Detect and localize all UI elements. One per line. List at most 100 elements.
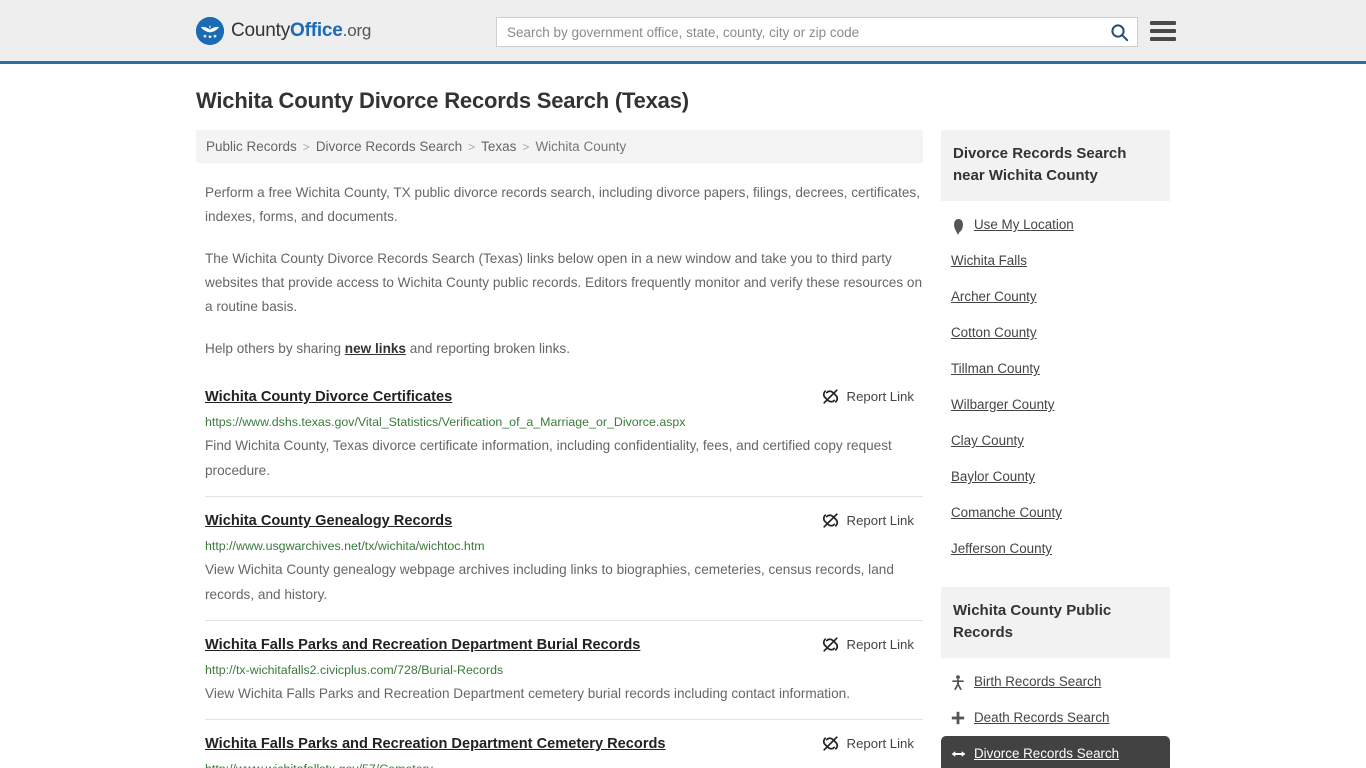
report-link-button[interactable]: Report Link xyxy=(822,511,923,529)
public-records-panel-heading: Wichita County Public Records xyxy=(941,587,1170,658)
sidebar-item-label: Birth Records Search xyxy=(974,674,1102,689)
cross-icon xyxy=(951,711,965,725)
intro-paragraph-1: Perform a free Wichita County, TX public… xyxy=(205,185,920,224)
public-records-panel-list: Birth Records Search Death Records Search… xyxy=(941,658,1170,768)
result-title-link[interactable]: Wichita County Genealogy Records xyxy=(205,511,452,531)
page-body: Wichita County Divorce Records Search (T… xyxy=(0,88,1366,768)
content-layout: Public Records > Divorce Records Search > Te… xyxy=(196,130,1170,768)
sidebar-item-label: Baylor County xyxy=(951,469,1036,484)
sidebar-nearby-item-wilbarger-county[interactable]: Wilbarger County xyxy=(941,387,1170,423)
report-link-label: Report Link xyxy=(846,637,914,652)
site-header: CountyOffice.org xyxy=(0,0,1366,64)
result-title-link[interactable]: Wichita County Divorce Certificates xyxy=(205,387,452,407)
breadcrumb-item-2[interactable]: Divorce Records Search xyxy=(316,139,462,154)
result-url: http://www.usgwarchives.net/tx/wichita/w… xyxy=(205,539,485,553)
sidebar-nearby-item-comanche-county[interactable]: Comanche County xyxy=(941,495,1170,531)
page-title: Wichita County Divorce Records Search (T… xyxy=(196,88,689,113)
sidebar-nearby-item-archer-county[interactable]: Archer County xyxy=(941,279,1170,315)
sidebar-item-label: Divorce Records Search xyxy=(974,746,1120,761)
breadcrumb-item-3[interactable]: Texas xyxy=(481,139,516,154)
sidebar-item-label: Death Records Search xyxy=(974,710,1110,725)
search-bar xyxy=(496,17,1138,47)
sidebar-records-item-death-records-search[interactable]: Death Records Search xyxy=(941,700,1170,736)
new-links-link[interactable]: new links xyxy=(345,341,406,356)
left-right-arrow-icon xyxy=(951,748,965,760)
report-link-label: Report Link xyxy=(846,389,914,404)
eagle-seal-logo-icon xyxy=(196,16,224,45)
intro-paragraph-3: Help others by sharing new links and rep… xyxy=(205,337,923,361)
report-link-button[interactable]: Report Link xyxy=(822,734,923,752)
hamburger-bar xyxy=(1150,37,1176,41)
breadcrumb: Public Records > Divorce Records Search > Te… xyxy=(196,130,923,163)
site-logo-link[interactable]: CountyOffice.org xyxy=(196,16,372,45)
baby-icon xyxy=(952,674,964,690)
nearby-panel-list: Use My Location Wichita Falls Archer Count… xyxy=(941,201,1170,567)
cross-icon xyxy=(951,711,965,725)
result-title-link[interactable]: Wichita Falls Parks and Recreation Depar… xyxy=(205,635,640,655)
sidebar-nearby-item-clay-county[interactable]: Clay County xyxy=(941,423,1170,459)
map-pin-icon xyxy=(951,218,965,235)
result-item: Wichita Falls Parks and Recreation Depar… xyxy=(205,719,923,768)
sidebar-item-label: Cotton County xyxy=(951,325,1037,340)
report-link-label: Report Link xyxy=(846,513,914,528)
sidebar-item-label: Wilbarger County xyxy=(951,397,1055,412)
results-list: Wichita County Divorce Certificates Repor… xyxy=(196,381,923,768)
sidebar-nearby-item-baylor-county[interactable]: Baylor County xyxy=(941,459,1170,495)
sidebar-nearby-item-jefferson-county[interactable]: Jefferson County xyxy=(941,531,1170,567)
sidebar-nearby-item-use-my-location[interactable]: Use My Location xyxy=(941,207,1170,243)
result-url: https://www.dshs.texas.gov/Vital_Statist… xyxy=(205,415,686,429)
search-button[interactable] xyxy=(1101,18,1137,46)
sidebar-item-label: Wichita Falls xyxy=(951,253,1027,268)
breadcrumb-separator: > xyxy=(468,139,476,154)
baby-icon xyxy=(951,674,965,690)
report-link-label: Report Link xyxy=(846,736,914,751)
result-item: Wichita Falls Parks and Recreation Depar… xyxy=(205,620,923,719)
breadcrumb-separator: > xyxy=(522,139,530,154)
breadcrumb-separator: > xyxy=(302,139,310,154)
hamburger-menu-icon[interactable] xyxy=(1150,19,1176,43)
report-link-button[interactable]: Report Link xyxy=(822,387,923,405)
sidebar-nearby-item-tillman-county[interactable]: Tillman County xyxy=(941,351,1170,387)
result-description: View Wichita Falls Parks and Recreation … xyxy=(205,686,850,701)
result-item: Wichita County Divorce Certificates Repor… xyxy=(205,381,923,496)
hamburger-bar xyxy=(1150,29,1176,33)
intro-p3-before: Help others by sharing xyxy=(205,341,345,356)
broken-link-icon xyxy=(822,388,839,405)
sidebar-nearby-item-wichita-falls[interactable]: Wichita Falls xyxy=(941,243,1170,279)
intro-text: Perform a free Wichita County, TX public… xyxy=(196,181,923,361)
result-item: Wichita County Genealogy Records Report L… xyxy=(205,496,923,620)
result-url: http://tx-wichitafalls2.civicplus.com/72… xyxy=(205,663,504,677)
sidebar-item-label: Clay County xyxy=(951,433,1024,448)
brand-part-office: Office xyxy=(290,19,343,41)
left-right-arrow-icon xyxy=(951,748,966,760)
result-header: Wichita Falls Parks and Recreation Depar… xyxy=(205,635,923,655)
broken-link-icon xyxy=(822,512,839,529)
public-records-panel: Wichita County Public Records Birth Reco… xyxy=(941,587,1170,768)
sidebar-item-label: Use My Location xyxy=(974,217,1074,232)
result-url: http://www.wichitafallstx.gov/57/Cemeter… xyxy=(205,761,923,768)
search-icon xyxy=(1110,23,1129,42)
nearby-searches-panel: Divorce Records Search near Wichita Coun… xyxy=(941,130,1170,567)
sidebar-records-item-divorce-records-search[interactable]: Divorce Records Search xyxy=(941,736,1170,768)
result-header: Wichita Falls Parks and Recreation Depar… xyxy=(205,734,923,754)
sidebar-nearby-item-cotton-county[interactable]: Cotton County xyxy=(941,315,1170,351)
intro-paragraph-2: The Wichita County Divorce Records Searc… xyxy=(205,251,923,314)
main-column: Public Records > Divorce Records Search > Te… xyxy=(196,130,923,768)
sidebar-item-label: Jefferson County xyxy=(951,541,1052,556)
result-description: Find Wichita County, Texas divorce certi… xyxy=(205,438,892,478)
result-description: View Wichita County genealogy webpage ar… xyxy=(205,562,894,602)
result-title-link[interactable]: Wichita Falls Parks and Recreation Depar… xyxy=(205,734,666,754)
nearby-panel-heading: Divorce Records Search near Wichita Coun… xyxy=(941,130,1170,201)
report-link-button[interactable]: Report Link xyxy=(822,635,923,653)
brand-part-county: County xyxy=(231,19,291,41)
search-input[interactable] xyxy=(497,18,1101,46)
broken-link-icon xyxy=(822,735,839,752)
sidebar-records-item-birth-records-search[interactable]: Birth Records Search xyxy=(941,664,1170,700)
sidebar: Divorce Records Search near Wichita Coun… xyxy=(941,130,1170,768)
brand-part-org: .org xyxy=(342,20,372,40)
intro-p3-after: and reporting broken links. xyxy=(406,341,570,356)
breadcrumb-item-1[interactable]: Public Records xyxy=(206,139,297,154)
sidebar-item-label: Tillman County xyxy=(951,361,1040,376)
result-header: Wichita County Divorce Certificates Repor… xyxy=(205,387,923,407)
result-header: Wichita County Genealogy Records Report L… xyxy=(205,511,923,531)
